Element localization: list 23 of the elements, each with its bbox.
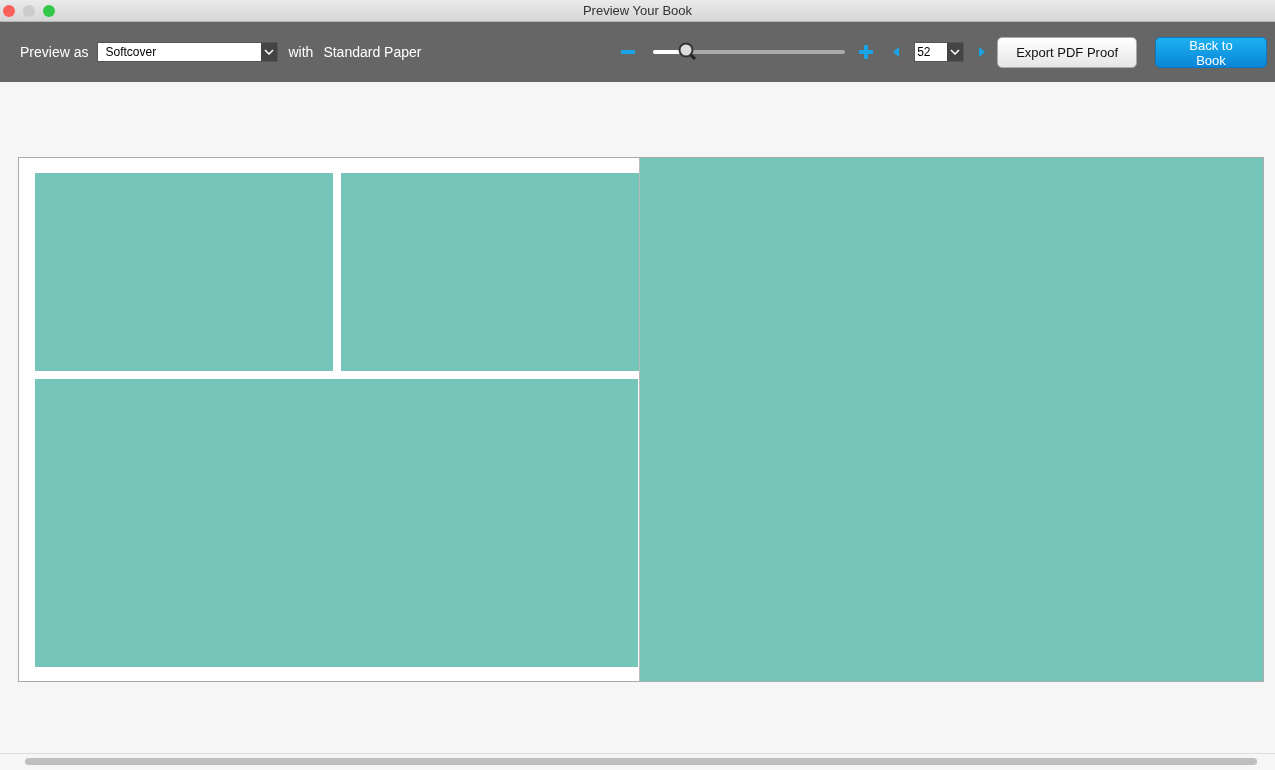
paper-label: Standard Paper xyxy=(323,44,422,60)
photo-frame[interactable] xyxy=(35,379,638,667)
minimize-icon[interactable] xyxy=(23,4,35,17)
chevron-icon xyxy=(950,49,961,55)
cover-dropdown[interactable]: Softcover xyxy=(97,42,279,62)
photo-frame[interactable] xyxy=(640,158,1263,681)
scrollbar-thumb[interactable] xyxy=(25,758,1257,765)
zoom-in-icon[interactable] xyxy=(859,45,874,59)
photo-frame[interactable] xyxy=(35,173,333,371)
close-icon[interactable] xyxy=(3,4,15,17)
preview-label: Preview as xyxy=(20,44,89,60)
photo-frame[interactable] xyxy=(341,173,639,371)
with-label: with xyxy=(288,44,314,60)
slider-thumb[interactable] xyxy=(677,42,698,62)
window-title: Preview Your Book xyxy=(582,3,693,18)
export-button[interactable]: Export PDF Proof xyxy=(997,36,1137,68)
back-button[interactable]: Back to Book xyxy=(1155,36,1267,68)
next-page-icon[interactable] xyxy=(979,47,986,57)
zoom-icon[interactable] xyxy=(43,4,55,17)
page-dropdown[interactable]: 52 xyxy=(914,42,965,62)
previous-page-icon[interactable] xyxy=(893,47,900,57)
chevron-icon xyxy=(264,49,275,55)
zoom-out-icon[interactable] xyxy=(621,50,636,54)
